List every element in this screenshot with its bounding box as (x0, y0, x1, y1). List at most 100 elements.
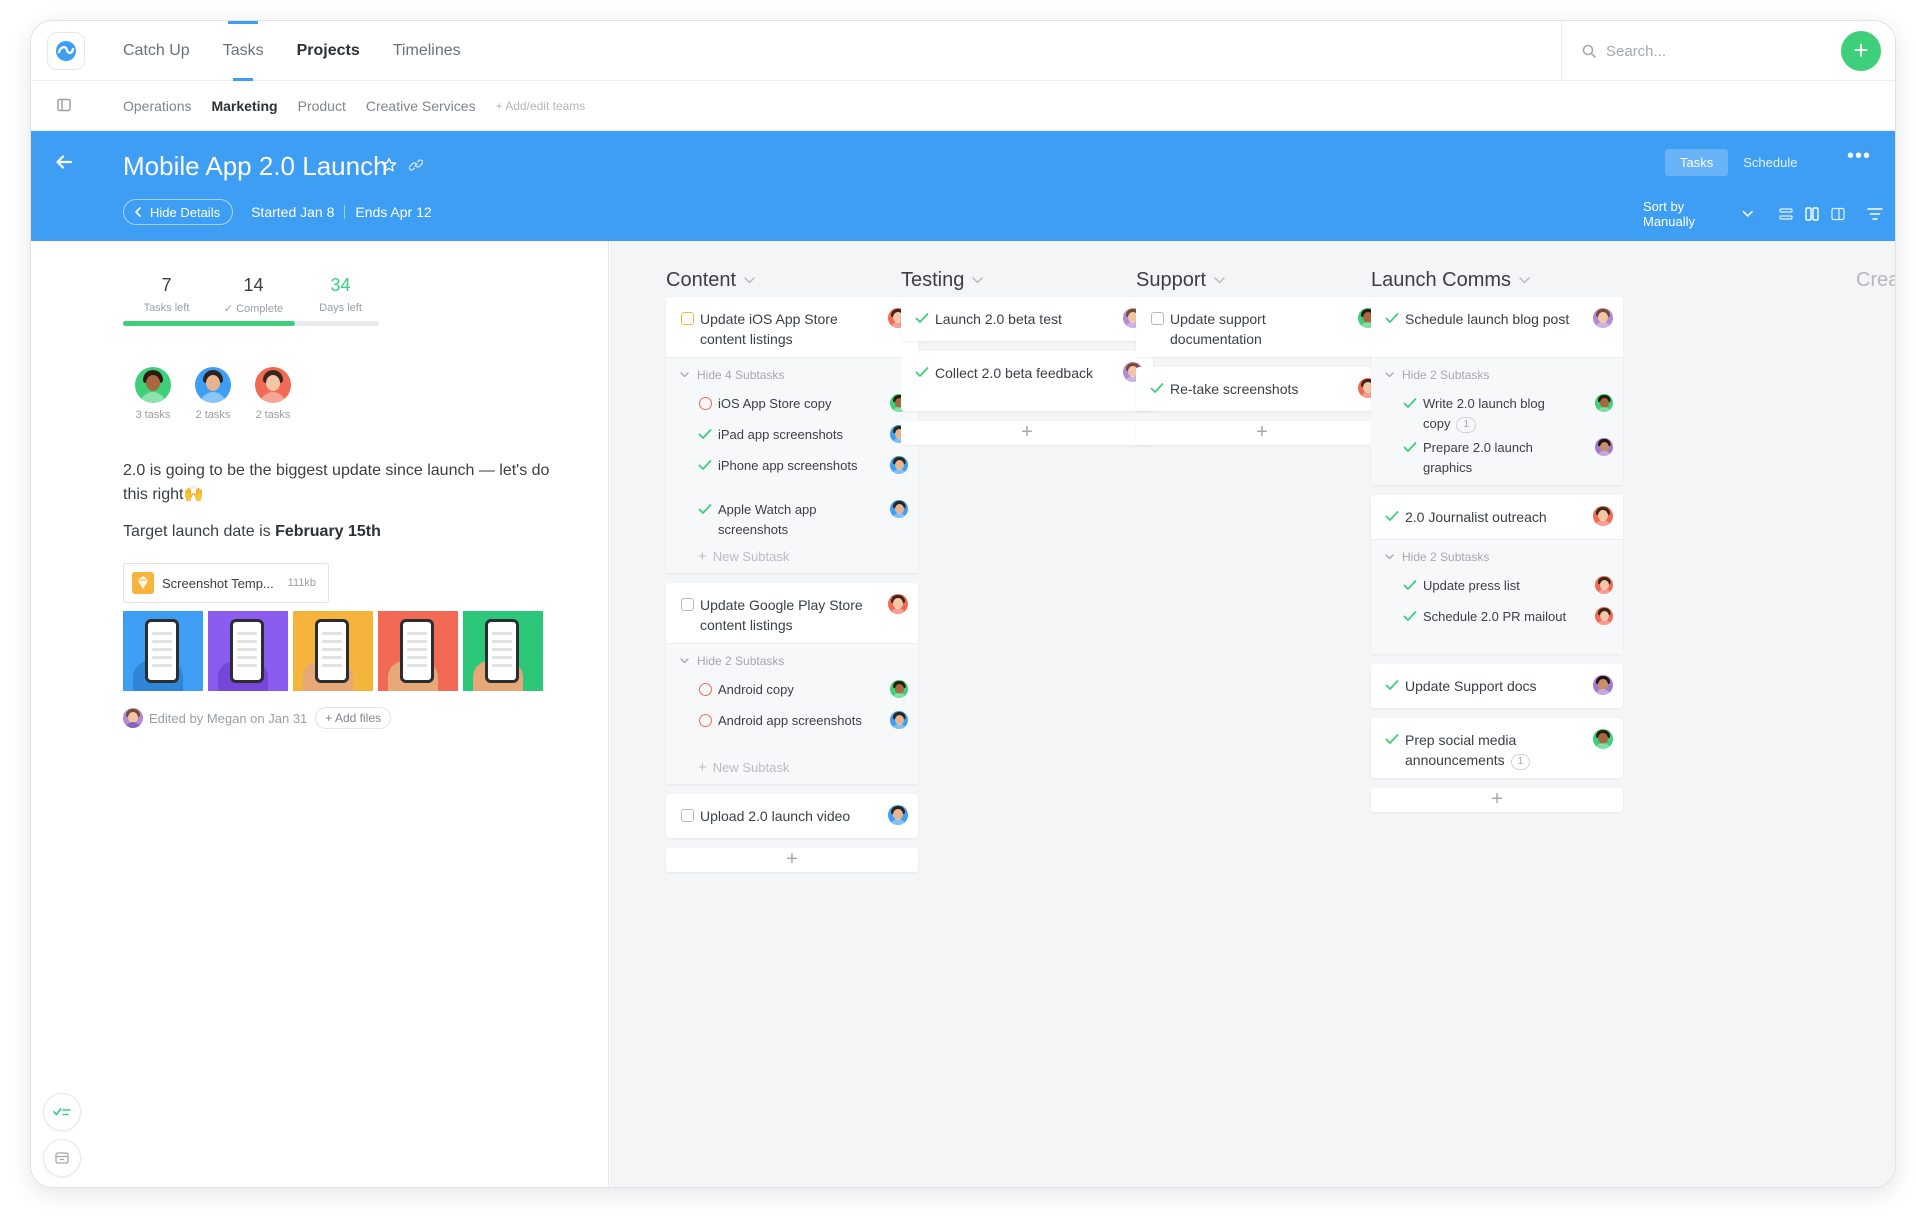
subtask-title[interactable]: Update press list (1423, 576, 1571, 596)
task-title[interactable]: Launch 2.0 beta test (935, 309, 1107, 329)
checkmark-icon[interactable] (1385, 312, 1399, 324)
nav-tab-tasks[interactable]: Tasks (223, 21, 264, 81)
column-header[interactable]: Testing (901, 269, 984, 292)
task-title[interactable]: Update Google Play Store content listing… (700, 595, 872, 635)
nav-tab-timelines[interactable]: Timelines (393, 21, 461, 81)
task-assignee[interactable] (1593, 675, 1613, 695)
new-subtask-button[interactable]: + New Subtask (698, 759, 789, 776)
hide-subtasks-toggle[interactable]: Hide 2 Subtasks (680, 654, 784, 668)
task-title[interactable]: Prep social media announcements 1 (1405, 730, 1577, 770)
task-title[interactable]: Collect 2.0 beta feedback (935, 363, 1107, 383)
task-checkbox[interactable] (680, 311, 694, 325)
checkmark-icon[interactable] (698, 503, 712, 515)
sidebar-toggle-button[interactable] (57, 98, 71, 117)
add-task-button[interactable]: + (666, 848, 918, 872)
subtask-title[interactable]: Schedule 2.0 PR mailout (1423, 607, 1571, 627)
subtask-title[interactable]: Write 2.0 launch blog copy 1 (1423, 394, 1571, 434)
subtask-title[interactable]: Prepare 2.0 launch graphics (1423, 438, 1571, 478)
subtask-assignee[interactable] (1595, 394, 1613, 412)
task-assignee[interactable] (1593, 729, 1613, 749)
team-tab-operations[interactable]: Operations (123, 98, 191, 114)
team-tab-product[interactable]: Product (298, 98, 346, 114)
screenshot-thumbnail[interactable] (378, 611, 458, 691)
subtask-assignee[interactable] (1595, 576, 1613, 594)
subtask-assignee[interactable] (1595, 607, 1613, 625)
incomplete-subtask-circle[interactable] (698, 682, 712, 696)
task-title[interactable]: Re-take screenshots (1170, 379, 1342, 399)
assignee-avatar[interactable] (1595, 394, 1613, 412)
incomplete-subtask-circle[interactable] (698, 396, 712, 410)
checkmark-icon[interactable] (698, 428, 712, 440)
screenshot-thumbnail[interactable] (208, 611, 288, 691)
add-new-button[interactable]: + (1841, 31, 1881, 71)
copy-link-button[interactable] (409, 158, 423, 172)
screenshot-thumbnail[interactable] (463, 611, 543, 691)
nav-tab-projects[interactable]: Projects (297, 21, 360, 81)
favorite-button[interactable] (381, 157, 397, 173)
task-checkbox[interactable] (680, 597, 694, 611)
checkmark-icon[interactable] (1150, 382, 1164, 394)
column-header[interactable]: Content (666, 269, 755, 292)
assignee-avatar[interactable] (1593, 729, 1613, 749)
team-tab-marketing[interactable]: Marketing (211, 98, 277, 114)
nav-tab-catch-up[interactable]: Catch Up (123, 21, 190, 81)
task-title[interactable]: Update support documentation (1170, 309, 1342, 349)
team-member[interactable]: 2 tasks (183, 367, 243, 421)
task-title[interactable]: Upload 2.0 launch video (700, 806, 872, 826)
assignee-avatar[interactable] (1593, 506, 1613, 526)
subtask-assignee[interactable] (1595, 438, 1613, 456)
subtask-title[interactable]: iPad app screenshots (718, 425, 866, 445)
task-title[interactable]: Update Support docs (1405, 676, 1577, 696)
subtask-title[interactable]: Android copy (718, 680, 866, 700)
task-assignee[interactable] (1593, 506, 1613, 526)
assignee-avatar[interactable] (1593, 308, 1613, 328)
checkmark-icon[interactable] (698, 459, 712, 471)
view-schedule-button[interactable]: Schedule (1728, 149, 1812, 176)
assignee-avatar[interactable] (1593, 675, 1613, 695)
checkmark-icon[interactable] (1385, 679, 1399, 691)
more-options-button[interactable]: ••• (1847, 145, 1871, 168)
attached-file[interactable]: Screenshot Temp... 111kb (123, 563, 329, 603)
task-checkbox[interactable] (1150, 311, 1164, 325)
checkmark-icon[interactable] (915, 312, 929, 324)
hide-subtasks-toggle[interactable]: Hide 2 Subtasks (1385, 368, 1489, 382)
hide-subtasks-toggle[interactable]: Hide 2 Subtasks (1385, 550, 1489, 564)
view-tasks-button[interactable]: Tasks (1665, 149, 1729, 176)
team-member[interactable]: 2 tasks (243, 367, 303, 421)
hide-subtasks-toggle[interactable]: Hide 4 Subtasks (680, 368, 784, 382)
checkmark-icon[interactable] (1403, 441, 1417, 453)
add-task-button[interactable]: + (1371, 788, 1623, 812)
assignee-avatar[interactable] (1595, 607, 1613, 625)
sort-dropdown[interactable]: Sort by Manually (1643, 199, 1753, 229)
incomplete-subtask-circle[interactable] (698, 713, 712, 727)
board-view-button[interactable] (1805, 207, 1819, 221)
archive-button[interactable] (43, 1139, 81, 1177)
screenshot-thumbnail[interactable] (293, 611, 373, 691)
checkmark-icon[interactable] (1403, 579, 1417, 591)
task-assignee[interactable] (1593, 308, 1613, 328)
subtask-title[interactable]: iPhone app screenshots (718, 456, 866, 476)
new-subtask-button[interactable]: + New Subtask (698, 548, 789, 565)
checkmark-icon[interactable] (1385, 510, 1399, 522)
list-view-button[interactable] (1779, 207, 1793, 221)
add-files-button[interactable]: + Add files (315, 707, 391, 729)
task-title[interactable]: Update iOS App Store content listings (700, 309, 872, 349)
team-member[interactable]: 3 tasks (123, 367, 183, 421)
column-header[interactable]: Support (1136, 269, 1225, 292)
add-edit-teams-link[interactable]: + Add/edit teams (496, 99, 586, 113)
search-input[interactable] (1606, 42, 1806, 60)
back-button[interactable] (55, 153, 73, 176)
team-tab-creative-services[interactable]: Creative Services (366, 98, 476, 114)
checkmark-icon[interactable] (1403, 397, 1417, 409)
subtask-title[interactable]: iOS App Store copy (718, 394, 866, 414)
column-header[interactable]: Launch Comms (1371, 269, 1530, 292)
checkmark-icon[interactable] (1385, 733, 1399, 745)
assignee-avatar[interactable] (1595, 438, 1613, 456)
assignee-avatar[interactable] (1595, 576, 1613, 594)
checkmark-icon[interactable] (915, 366, 929, 378)
add-task-button[interactable]: + (901, 421, 1153, 445)
subtask-title[interactable]: Apple Watch app screenshots (718, 500, 866, 540)
screenshot-thumbnail[interactable] (123, 611, 203, 691)
app-logo[interactable] (47, 32, 85, 70)
filter-button[interactable] (1867, 207, 1883, 221)
